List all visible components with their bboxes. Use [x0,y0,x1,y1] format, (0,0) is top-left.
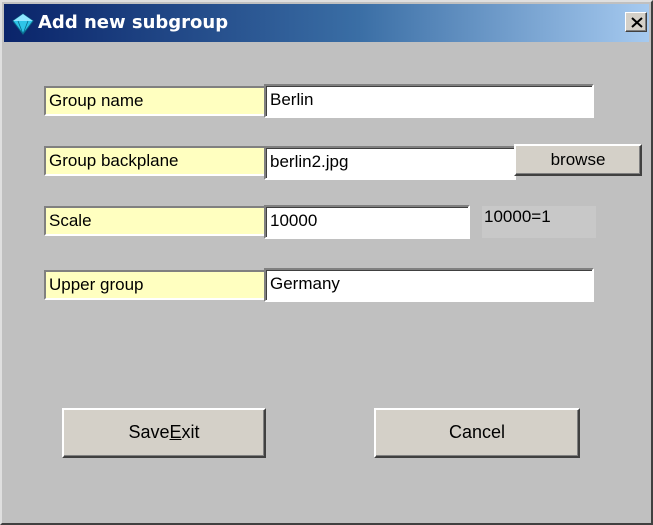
group-name-label: Group name [44,86,266,116]
scale-label: Scale [44,206,266,236]
window-title: Add new subgroup [38,12,229,33]
save-exit-button[interactable]: SaveExit [62,408,266,458]
close-button[interactable] [625,12,647,32]
save-exit-mnemonic: E [169,422,182,442]
cancel-button[interactable]: Cancel [374,408,580,458]
upper-group-label: Upper group [44,270,266,300]
app-diamond-icon [12,13,34,35]
upper-group-field[interactable]: Germany [264,268,594,302]
scale-field[interactable]: 10000 [264,205,470,239]
title-bar[interactable]: Add new subgroup [4,4,649,42]
browse-button[interactable]: browse [514,144,642,176]
group-backplane-field[interactable]: berlin2.jpg [264,146,516,180]
scale-ratio-text: 10000=1 [482,206,596,238]
group-backplane-label: Group backplane [44,146,266,176]
save-exit-label-pre: Save [128,422,170,442]
dialog-window: Add new subgroup Group name Berlin Group… [0,0,653,525]
group-name-field[interactable]: Berlin [264,84,594,118]
save-exit-label-post: xit [181,422,200,442]
close-icon [631,17,643,28]
